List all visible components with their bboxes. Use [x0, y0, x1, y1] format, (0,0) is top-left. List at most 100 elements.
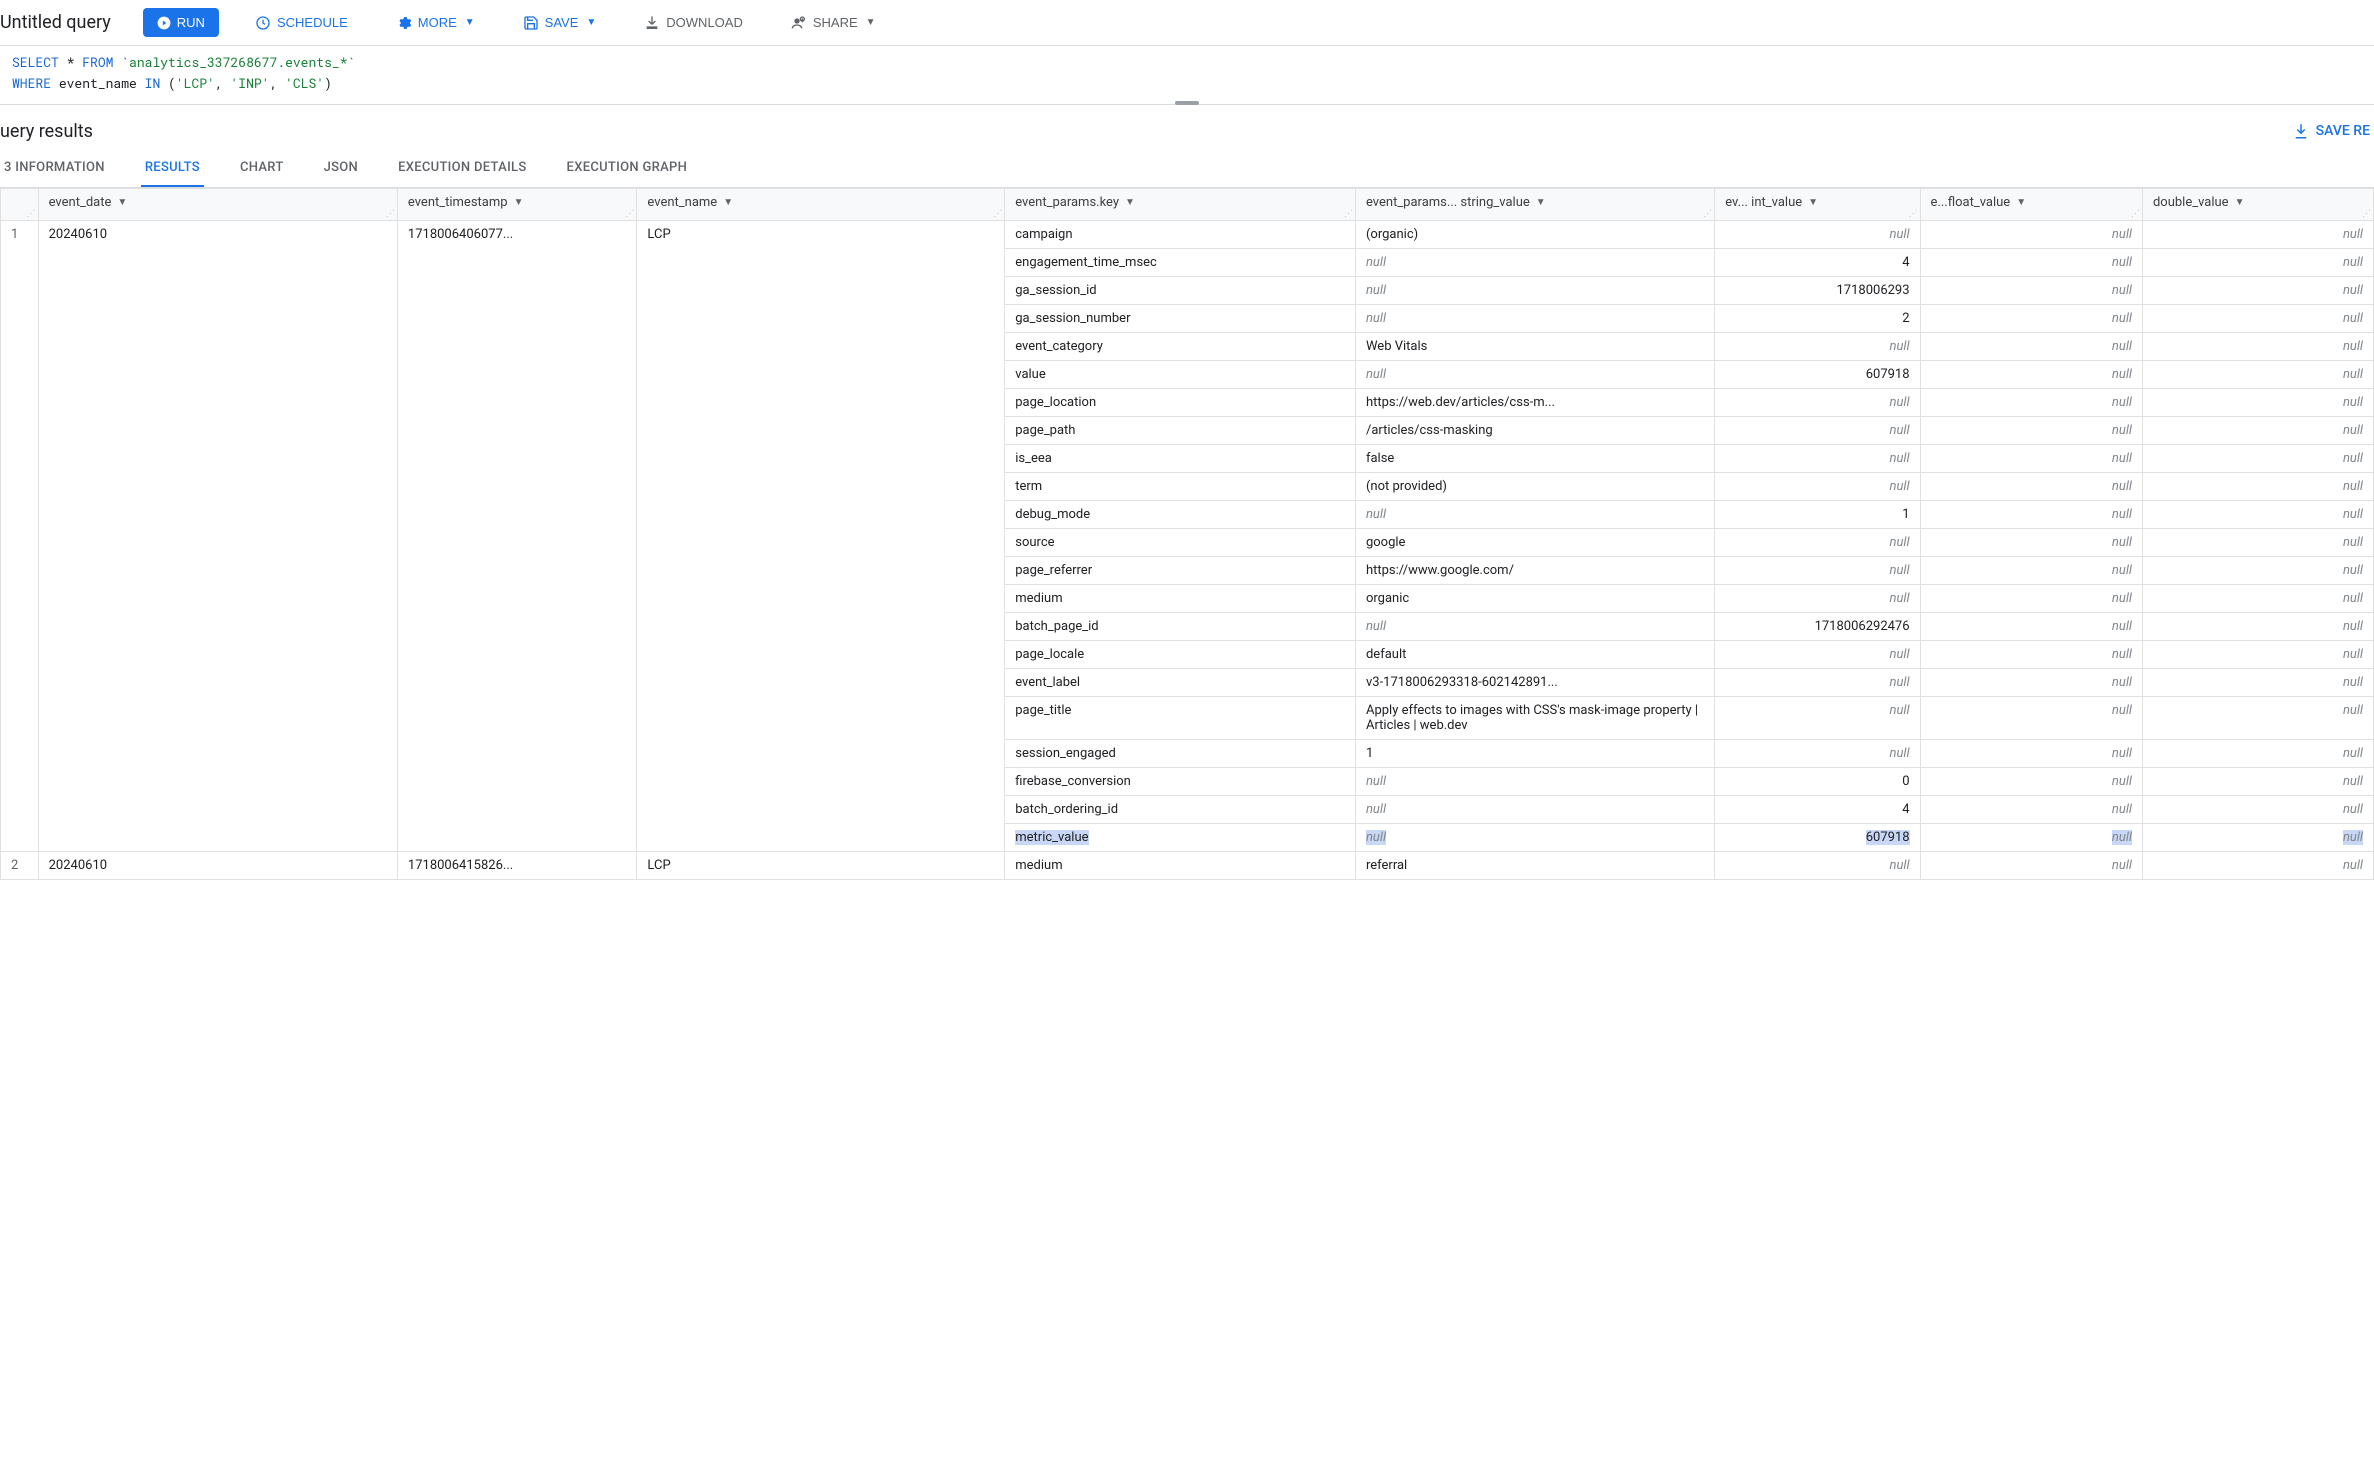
tab-results[interactable]: RESULTS	[141, 150, 204, 187]
table-cell: null	[1715, 640, 1920, 668]
table-cell: null	[2142, 332, 2373, 360]
table-cell: null	[2142, 739, 2373, 767]
table-cell: null	[2142, 248, 2373, 276]
table-cell: null	[1715, 668, 1920, 696]
table-cell: null	[1920, 556, 2142, 584]
table-cell: event_category	[1005, 332, 1356, 360]
table-cell: LCP	[637, 220, 1005, 851]
table-cell: https://www.google.com/	[1355, 556, 1714, 584]
table-cell: 1	[1355, 739, 1714, 767]
column-header[interactable]: ev... int_value▼⋰	[1715, 188, 1920, 220]
download-button[interactable]: DOWNLOAD	[632, 9, 755, 37]
table-cell: https://web.dev/articles/css-m...	[1355, 388, 1714, 416]
column-header[interactable]: event_date▼⋰	[38, 188, 397, 220]
gear-icon	[396, 15, 412, 31]
query-toolbar: Untitled query RUN SCHEDULE MORE ▼ SAVE …	[0, 0, 2374, 46]
table-cell: 1718006293	[1715, 276, 1920, 304]
table-cell: null	[1920, 739, 2142, 767]
table-cell: batch_page_id	[1005, 612, 1356, 640]
table-cell: firebase_conversion	[1005, 767, 1356, 795]
table-cell: null	[2142, 584, 2373, 612]
table-cell: null	[2142, 668, 2373, 696]
share-button[interactable]: SHARE ▼	[779, 9, 888, 37]
table-cell: null	[1355, 767, 1714, 795]
table-cell: null	[2142, 472, 2373, 500]
tab-json[interactable]: JSON	[320, 150, 362, 187]
table-cell: null	[1920, 416, 2142, 444]
tab-chart[interactable]: CHART	[236, 150, 288, 187]
save-results-button[interactable]: SAVE RE	[2292, 122, 2370, 140]
table-cell: null	[2142, 500, 2373, 528]
table-cell: 4	[1715, 248, 1920, 276]
table-cell: referral	[1355, 851, 1714, 879]
save-button[interactable]: SAVE ▼	[511, 9, 609, 37]
table-cell: null	[1920, 500, 2142, 528]
column-header[interactable]: event_params.key▼⋰	[1005, 188, 1356, 220]
query-title: Untitled query	[0, 12, 111, 33]
table-cell: engagement_time_msec	[1005, 248, 1356, 276]
table-cell: google	[1355, 528, 1714, 556]
table-cell: null	[1355, 276, 1714, 304]
table-cell: 1718006415826...	[397, 851, 637, 879]
table-cell: null	[1920, 584, 2142, 612]
column-header[interactable]: double_value▼⋰	[2142, 188, 2373, 220]
sort-caret-icon: ▼	[2016, 197, 2026, 208]
table-cell: null	[1355, 360, 1714, 388]
run-button[interactable]: RUN	[143, 8, 219, 37]
tab-execution-graph[interactable]: EXECUTION GRAPH	[563, 150, 692, 187]
table-cell: 20240610	[38, 220, 397, 851]
table-cell: (not provided)	[1355, 472, 1714, 500]
tab-execution-details[interactable]: EXECUTION DETAILS	[394, 150, 530, 187]
table-cell: default	[1355, 640, 1714, 668]
results-table-container[interactable]: ⋰event_date▼⋰event_timestamp▼⋰event_name…	[0, 188, 2374, 880]
table-cell: null	[2142, 360, 2373, 388]
table-cell: null	[2142, 696, 2373, 739]
table-cell: null	[1715, 851, 1920, 879]
table-cell: null	[1355, 823, 1714, 851]
table-cell: v3-1718006293318-602142891...	[1355, 668, 1714, 696]
table-cell: null	[2142, 851, 2373, 879]
column-header[interactable]: event_params... string_value▼⋰	[1355, 188, 1714, 220]
table-cell: null	[1920, 696, 2142, 739]
column-header[interactable]: event_timestamp▼⋰	[397, 188, 637, 220]
table-cell: null	[2142, 388, 2373, 416]
table-cell: null	[1355, 612, 1714, 640]
table-cell: null	[1355, 795, 1714, 823]
table-cell: 607918	[1715, 823, 1920, 851]
chevron-down-icon: ▼	[465, 17, 475, 28]
sort-caret-icon: ▼	[514, 197, 524, 208]
column-header[interactable]: e...float_value▼⋰	[1920, 188, 2142, 220]
tab-3-information[interactable]: 3 INFORMATION	[0, 150, 109, 187]
table-cell: null	[1920, 823, 2142, 851]
sql-editor[interactable]: SELECT * FROM `analytics_337268677.event…	[0, 46, 2374, 105]
table-cell: null	[1920, 668, 2142, 696]
column-header[interactable]: ⋰	[1, 188, 39, 220]
table-cell: 4	[1715, 795, 1920, 823]
table-cell: LCP	[637, 851, 1005, 879]
chevron-down-icon: ▼	[586, 17, 596, 28]
table-cell: null	[1920, 767, 2142, 795]
table-cell: null	[2142, 304, 2373, 332]
schedule-button[interactable]: SCHEDULE	[243, 9, 360, 37]
results-table: ⋰event_date▼⋰event_timestamp▼⋰event_name…	[0, 188, 2374, 880]
table-cell: null	[1920, 248, 2142, 276]
save-icon	[523, 15, 539, 31]
table-cell: session_engaged	[1005, 739, 1356, 767]
table-cell: null	[2142, 444, 2373, 472]
table-cell: null	[1355, 304, 1714, 332]
table-cell: Apply effects to images with CSS's mask-…	[1355, 696, 1714, 739]
table-cell: null	[2142, 416, 2373, 444]
table-cell: null	[1920, 612, 2142, 640]
table-cell: 20240610	[38, 851, 397, 879]
sort-caret-icon: ▼	[2235, 197, 2245, 208]
table-row: 2202406101718006415826...LCPmediumreferr…	[1, 851, 2374, 879]
table-cell: null	[1715, 739, 1920, 767]
table-cell: 1718006406077...	[397, 220, 637, 851]
drag-handle[interactable]	[1175, 101, 1199, 105]
more-button[interactable]: MORE ▼	[384, 9, 487, 37]
column-header[interactable]: event_name▼⋰	[637, 188, 1005, 220]
table-cell: null	[2142, 795, 2373, 823]
table-cell: null	[2142, 823, 2373, 851]
table-cell: medium	[1005, 584, 1356, 612]
table-cell: null	[1920, 388, 2142, 416]
